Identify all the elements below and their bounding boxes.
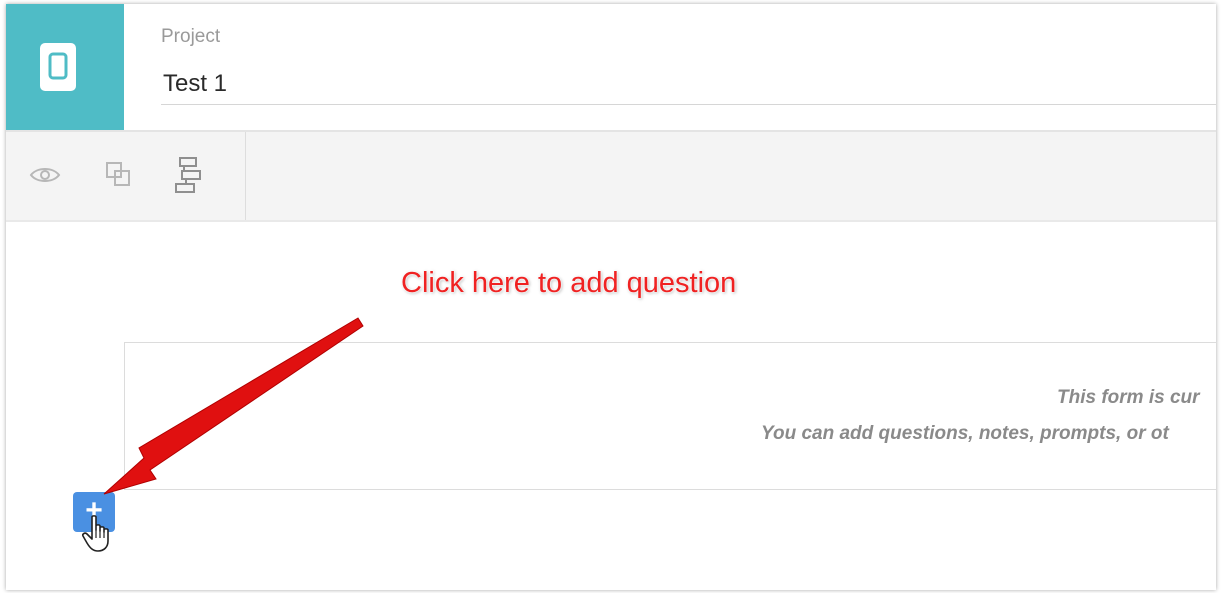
project-name-input[interactable] [161, 64, 1216, 105]
copy-button[interactable] [102, 158, 136, 192]
app-window: Project Test 1 This form is cur You can … [6, 4, 1216, 590]
copy-icon [106, 162, 130, 186]
preview-button[interactable] [28, 158, 62, 192]
eye-icon [29, 168, 61, 182]
logic-button[interactable] [172, 157, 206, 193]
flow-logic-icon [175, 157, 201, 193]
form-header: Project [6, 4, 1216, 132]
empty-form-message: This form is cur [1057, 387, 1200, 408]
app-tile [6, 4, 124, 130]
empty-form-hint: You can add questions, notes, prompts, o… [761, 423, 1169, 444]
form-content: This form is cur You can add questions, … [6, 222, 1216, 590]
project-label: Project [161, 26, 221, 47]
annotation-text: Click here to add question [401, 267, 737, 299]
annotation-arrow-icon [103, 317, 364, 495]
toolbar-divider [245, 132, 246, 220]
toolbar [6, 132, 1216, 222]
mobile-device-icon [40, 43, 76, 91]
